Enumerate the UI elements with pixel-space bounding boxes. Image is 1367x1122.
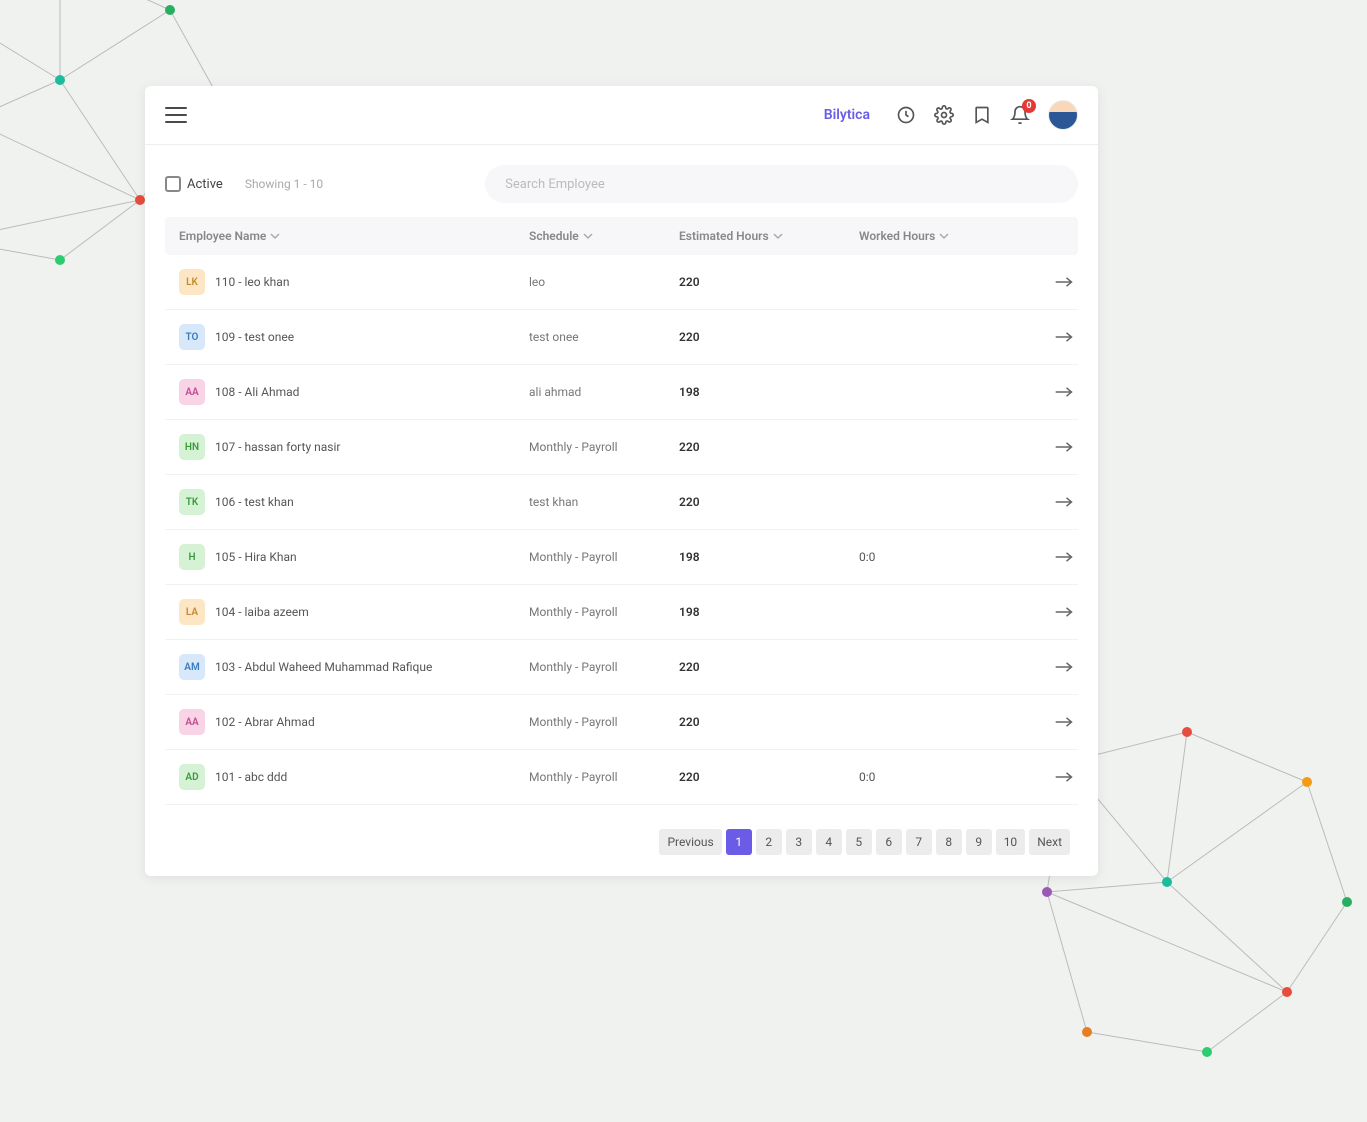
page-1[interactable]: 1: [726, 829, 752, 855]
employee-badge: TO: [179, 324, 205, 350]
menu-icon[interactable]: [165, 107, 187, 123]
employee-name: 101 - abc ddd: [215, 770, 287, 784]
schedule-cell: leo: [529, 275, 679, 289]
arrow-right-icon[interactable]: [1039, 660, 1089, 674]
app-panel: Bilytica 0 Active Showing 1 - 10: [145, 86, 1098, 876]
schedule-cell: ali ahmad: [529, 385, 679, 399]
arrow-right-icon[interactable]: [1039, 770, 1089, 784]
table-row[interactable]: HN 107 - hassan forty nasir Monthly - Pa…: [165, 420, 1078, 475]
employee-badge: LK: [179, 269, 205, 295]
employee-name: 104 - laiba azeem: [215, 605, 309, 619]
estimated-cell: 198: [679, 605, 859, 619]
table-row[interactable]: AA 108 - Ali Ahmad ali ahmad 198: [165, 365, 1078, 420]
estimated-cell: 220: [679, 330, 859, 344]
employee-badge: AA: [179, 379, 205, 405]
employee-name: 103 - Abdul Waheed Muhammad Rafique: [215, 660, 432, 674]
employee-name: 105 - Hira Khan: [215, 550, 297, 564]
worked-cell: 0:0: [859, 550, 1039, 564]
schedule-cell: Monthly - Payroll: [529, 550, 679, 564]
employee-name: 102 - Abrar Ahmad: [215, 715, 315, 729]
employee-table: Employee Name Schedule Estimated Hours W…: [165, 217, 1078, 805]
estimated-cell: 220: [679, 770, 859, 784]
schedule-cell: Monthly - Payroll: [529, 440, 679, 454]
table-row[interactable]: AD 101 - abc ddd Monthly - Payroll 220 0…: [165, 750, 1078, 805]
page-7[interactable]: 7: [906, 829, 932, 855]
arrow-right-icon[interactable]: [1039, 385, 1089, 399]
header: Bilytica 0: [145, 86, 1098, 145]
col-name[interactable]: Employee Name: [179, 229, 529, 243]
bookmark-icon[interactable]: [972, 105, 992, 125]
estimated-cell: 220: [679, 495, 859, 509]
table-row[interactable]: LK 110 - leo khan leo 220: [165, 255, 1078, 310]
avatar[interactable]: [1048, 100, 1078, 130]
employee-badge: HN: [179, 434, 205, 460]
employee-name: 110 - leo khan: [215, 275, 289, 289]
col-estimated[interactable]: Estimated Hours: [679, 229, 859, 243]
bell-icon[interactable]: 0: [1010, 105, 1030, 125]
active-checkbox[interactable]: [165, 176, 181, 192]
employee-badge: AM: [179, 654, 205, 680]
schedule-cell: Monthly - Payroll: [529, 770, 679, 784]
page-prev[interactable]: Previous: [659, 829, 721, 855]
filter-row: Active Showing 1 - 10: [165, 145, 1078, 217]
page-next[interactable]: Next: [1029, 829, 1070, 855]
filter-active[interactable]: Active: [165, 176, 223, 192]
schedule-cell: test onee: [529, 330, 679, 344]
arrow-right-icon[interactable]: [1039, 605, 1089, 619]
estimated-cell: 220: [679, 715, 859, 729]
estimated-cell: 198: [679, 550, 859, 564]
col-schedule[interactable]: Schedule: [529, 229, 679, 243]
table-row[interactable]: LA 104 - laiba azeem Monthly - Payroll 1…: [165, 585, 1078, 640]
employee-badge: H: [179, 544, 205, 570]
arrow-right-icon[interactable]: [1039, 275, 1089, 289]
page-6[interactable]: 6: [876, 829, 902, 855]
table-header: Employee Name Schedule Estimated Hours W…: [165, 217, 1078, 255]
schedule-cell: Monthly - Payroll: [529, 605, 679, 619]
table-row[interactable]: TO 109 - test onee test onee 220: [165, 310, 1078, 365]
page-5[interactable]: 5: [846, 829, 872, 855]
estimated-cell: 220: [679, 275, 859, 289]
estimated-cell: 198: [679, 385, 859, 399]
showing-label: Showing 1 - 10: [245, 177, 323, 191]
col-worked[interactable]: Worked Hours: [859, 229, 1039, 243]
employee-name: 106 - test khan: [215, 495, 294, 509]
page-9[interactable]: 9: [966, 829, 992, 855]
employee-name: 108 - Ali Ahmad: [215, 385, 299, 399]
gear-icon[interactable]: [934, 105, 954, 125]
table-row[interactable]: TK 106 - test khan test khan 220: [165, 475, 1078, 530]
page-10[interactable]: 10: [996, 829, 1026, 855]
arrow-right-icon[interactable]: [1039, 440, 1089, 454]
schedule-cell: test khan: [529, 495, 679, 509]
estimated-cell: 220: [679, 440, 859, 454]
page-4[interactable]: 4: [816, 829, 842, 855]
employee-name: 107 - hassan forty nasir: [215, 440, 340, 454]
table-row[interactable]: H 105 - Hira Khan Monthly - Payroll 198 …: [165, 530, 1078, 585]
employee-badge: AD: [179, 764, 205, 790]
search-input[interactable]: [485, 165, 1078, 203]
employee-name: 109 - test onee: [215, 330, 294, 344]
employee-badge: AA: [179, 709, 205, 735]
arrow-right-icon[interactable]: [1039, 495, 1089, 509]
table-row[interactable]: AM 103 - Abdul Waheed Muhammad Rafique M…: [165, 640, 1078, 695]
pagination: Previous 12345678910 Next: [165, 805, 1078, 855]
clock-icon[interactable]: [896, 105, 916, 125]
estimated-cell: 220: [679, 660, 859, 674]
schedule-cell: Monthly - Payroll: [529, 660, 679, 674]
arrow-right-icon[interactable]: [1039, 550, 1089, 564]
content: Active Showing 1 - 10 Employee Name Sche…: [145, 145, 1098, 875]
schedule-cell: Monthly - Payroll: [529, 715, 679, 729]
employee-badge: LA: [179, 599, 205, 625]
active-label: Active: [187, 177, 223, 192]
table-row[interactable]: AA 102 - Abrar Ahmad Monthly - Payroll 2…: [165, 695, 1078, 750]
page-2[interactable]: 2: [756, 829, 782, 855]
brand-label: Bilytica: [824, 107, 870, 123]
page-3[interactable]: 3: [786, 829, 812, 855]
arrow-right-icon[interactable]: [1039, 330, 1089, 344]
notif-count: 0: [1022, 99, 1036, 113]
worked-cell: 0:0: [859, 770, 1039, 784]
arrow-right-icon[interactable]: [1039, 715, 1089, 729]
page-8[interactable]: 8: [936, 829, 962, 855]
employee-badge: TK: [179, 489, 205, 515]
